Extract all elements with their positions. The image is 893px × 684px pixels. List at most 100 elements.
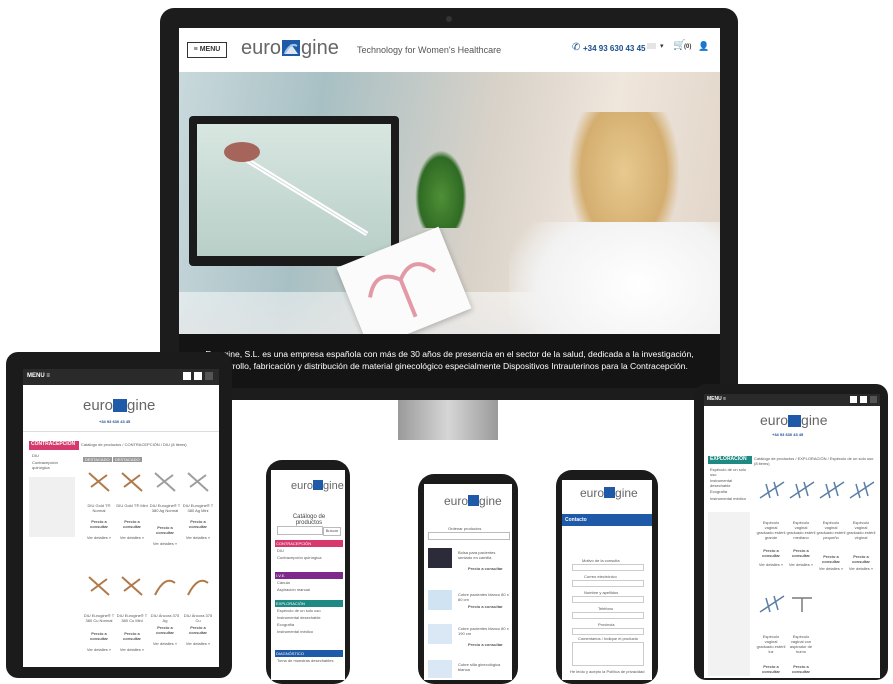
logo[interactable]: euro gine: [291, 476, 344, 494]
details-link[interactable]: Ver detalles »: [786, 562, 816, 567]
sidebar-header[interactable]: EXPLORACIÓN: [708, 456, 752, 464]
product-image[interactable]: [428, 660, 452, 678]
chevron-down-icon[interactable]: ▾: [660, 42, 664, 50]
details-link[interactable]: Ver detalles »: [756, 562, 786, 567]
product-name[interactable]: DIU Eurogine® T 380 Ag Mini: [182, 503, 214, 513]
email-field[interactable]: [572, 580, 644, 587]
menu-button[interactable]: MENU ≡: [707, 396, 726, 402]
product-name[interactable]: Cubre silla ginecológica blanca: [458, 662, 510, 672]
cart-icon[interactable]: [860, 396, 867, 403]
product-image[interactable]: [428, 548, 452, 568]
section-diagnostico[interactable]: DIAGNÓSTICO: [275, 650, 343, 657]
site-logo[interactable]: euro gine: [241, 37, 339, 60]
flag-icon[interactable]: [647, 43, 656, 49]
details-link[interactable]: Ver detalles »: [83, 535, 115, 540]
breadcrumb[interactable]: Catálogo de productos / EXPLORACIÓN / Es…: [754, 456, 878, 466]
product-name[interactable]: Espéculo vaginal graduado estéril pequeñ…: [816, 520, 846, 540]
section-item[interactable]: Ecografía: [277, 622, 294, 627]
sidebar-item[interactable]: Instrumental desechable: [710, 478, 750, 488]
details-link[interactable]: Ver detalles »: [846, 566, 876, 571]
product-name[interactable]: Espéculo vaginal con aspirador de humo: [786, 634, 816, 654]
iud-image[interactable]: [184, 573, 212, 599]
details-link[interactable]: Ver detalles »: [816, 566, 846, 571]
sidebar-item[interactable]: Espéculo de un solo uso: [710, 467, 750, 477]
speculum-smoke-image[interactable]: [788, 592, 816, 614]
speculum-image[interactable]: [788, 478, 816, 500]
sidebar-item-diu[interactable]: DIU: [32, 453, 39, 458]
cart-icon[interactable]: [194, 372, 202, 380]
user-icon[interactable]: [850, 396, 857, 403]
product-name[interactable]: Espéculo vaginal graduado estéril virgin…: [846, 520, 876, 540]
section-ive[interactable]: I.V.E.: [275, 572, 343, 579]
product-name[interactable]: DIU Eurogine® T 380 Cu Normal: [83, 613, 115, 623]
flag-icon[interactable]: [205, 372, 213, 380]
section-contracepcion[interactable]: CONTRACEPCIÓN: [275, 540, 343, 547]
phone-link[interactable]: +34 93 630 43 45: [583, 44, 646, 53]
sidebar-item[interactable]: Instrumental médico: [710, 496, 750, 501]
search-input[interactable]: [277, 526, 323, 535]
comments-textarea[interactable]: [572, 642, 644, 666]
province-field[interactable]: [572, 628, 644, 635]
section-item[interactable]: Contracepción quirúrgica: [277, 555, 321, 560]
tablet-menu-button[interactable]: MENU ≡: [27, 373, 50, 379]
tablet-logo[interactable]: euro gine: [83, 397, 155, 415]
details-link[interactable]: Ver detalles »: [149, 541, 181, 546]
section-item[interactable]: Cánula: [277, 580, 290, 585]
product-name[interactable]: Cubre pacientes blanco 80 x 60 cm: [458, 592, 510, 602]
iud-image[interactable]: [184, 469, 212, 495]
iud-image[interactable]: [151, 469, 179, 495]
search-button[interactable]: Buscar: [323, 527, 341, 536]
speculum-image[interactable]: [758, 592, 786, 614]
tablet2-phone[interactable]: +34 93 630 43 45: [772, 432, 803, 437]
logo[interactable]: euro gine: [580, 484, 638, 502]
logo[interactable]: euro gine: [444, 492, 502, 510]
tablet-phone[interactable]: +34 93 630 43 45: [99, 419, 130, 424]
logo[interactable]: euro gine: [760, 412, 828, 430]
details-link[interactable]: Ver detalles »: [149, 641, 181, 646]
speculum-image[interactable]: [758, 478, 786, 500]
section-item[interactable]: Instrumental desechable: [277, 615, 321, 620]
section-item[interactable]: Espéculo de un solo uso: [277, 608, 321, 613]
iud-image[interactable]: [151, 573, 179, 599]
section-item[interactable]: Toma de muestras desechables: [277, 658, 333, 663]
menu-button[interactable]: ≡ MENU: [187, 42, 227, 58]
section-exploracion[interactable]: EXPLORACIÓN: [275, 600, 343, 607]
product-name[interactable]: Espéculo vaginal graduado estéril median…: [786, 520, 816, 540]
details-link[interactable]: Ver detalles »: [182, 535, 214, 540]
product-image[interactable]: [428, 624, 452, 644]
details-link[interactable]: Ver detalles »: [116, 535, 148, 540]
iud-image[interactable]: [85, 573, 113, 599]
section-item[interactable]: Aspiración manual: [277, 587, 310, 592]
sidebar-header[interactable]: CONTRACEPCIÓN: [29, 441, 79, 450]
product-name[interactable]: DIU Áncora 375 Cu: [182, 613, 214, 623]
details-link[interactable]: Ver detalles »: [182, 641, 214, 646]
user-icon[interactable]: [183, 372, 191, 380]
product-name[interactable]: Cubre pacientes blanco 80 x 190 cm: [458, 626, 510, 636]
product-name[interactable]: DIU Eurogine® T 380 Cu Mini: [116, 613, 148, 623]
sidebar-item[interactable]: Ecografía: [710, 489, 750, 494]
section-item[interactable]: DIU: [277, 548, 284, 553]
name-field[interactable]: [572, 596, 644, 603]
breadcrumb[interactable]: Catálogo de productos / CONTRACEPCIÓN / …: [81, 442, 217, 447]
product-image[interactable]: [428, 590, 452, 610]
details-link[interactable]: Ver detalles »: [83, 647, 115, 652]
product-name[interactable]: Bolsa para pacientes sentado en camilla: [458, 550, 510, 560]
phone-field[interactable]: [572, 612, 644, 619]
speculum-image[interactable]: [848, 478, 876, 500]
sidebar-item-contracepcion[interactable]: Contracepción quirúrgica: [32, 460, 74, 470]
sort-select[interactable]: [428, 532, 510, 540]
flag-icon[interactable]: [870, 396, 877, 403]
product-name[interactable]: DIU Gold T® Normal: [83, 503, 115, 513]
product-name[interactable]: Espéculo vaginal graduado estéril grande: [756, 520, 786, 540]
details-link[interactable]: Ver detalles »: [116, 647, 148, 652]
motivo-select[interactable]: [572, 564, 644, 571]
iud-image[interactable]: [118, 469, 146, 495]
product-name[interactable]: DIU Áncora 375 Ag: [149, 613, 181, 623]
product-name[interactable]: DIU Gold T® Mini: [116, 503, 148, 508]
speculum-image[interactable]: [818, 478, 846, 500]
section-item[interactable]: Instrumental médico: [277, 629, 313, 634]
privacy-checkbox-label[interactable]: He leído y acepto la Política de privaci…: [570, 669, 650, 674]
iud-image[interactable]: [118, 573, 146, 599]
iud-image[interactable]: [85, 469, 113, 495]
product-name[interactable]: DIU Eurogine® T 380 Ag Normal: [149, 503, 181, 513]
